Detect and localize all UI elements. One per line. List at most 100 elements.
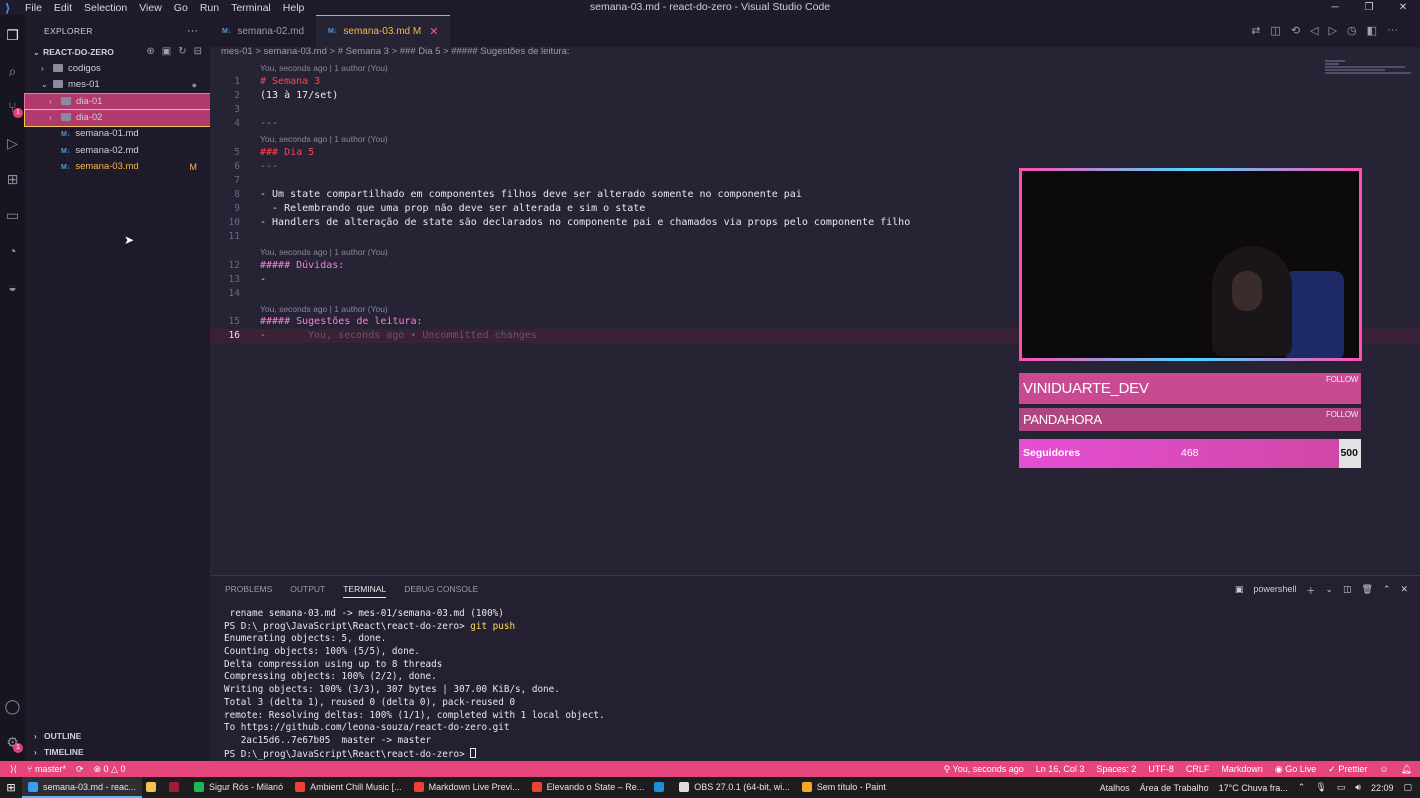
new-folder-icon[interactable]: ▣ (162, 46, 171, 57)
git-compare-icon[interactable]: ⟲ (1291, 24, 1300, 37)
remote-icon[interactable]: ⟩⟨ (10, 764, 17, 775)
restore-icon[interactable]: ❐ (1352, 0, 1386, 15)
tree-folder-codigos[interactable]: › codigos (25, 61, 210, 77)
git-history-icon[interactable]: ◔ (4, 243, 21, 260)
notification-center-icon[interactable]: ▢ (1403, 782, 1412, 793)
outline-section[interactable]: › OUTLINE (25, 728, 210, 744)
feedback-icon[interactable]: ☺ (1379, 764, 1388, 774)
shortcuts-toolbar[interactable]: Atalhos (1100, 783, 1130, 793)
breadcrumb[interactable]: mes-01 > semana-03.md > # Semana 3 > ###… (221, 46, 570, 60)
windows-start-icon[interactable]: ⊞ (0, 781, 22, 794)
remote-explorer-icon[interactable]: ▭ (4, 207, 21, 224)
tab-semana-02[interactable]: M↓ semana-02.md (210, 15, 316, 47)
new-file-icon[interactable]: ⊕ (146, 46, 154, 57)
more-editor-actions-icon[interactable]: ··· (1387, 24, 1398, 37)
menu-go[interactable]: Go (174, 2, 188, 14)
run-debug-icon[interactable]: ▷ (4, 135, 21, 152)
codelens-author[interactable]: You, seconds ago | 1 author (You) (260, 61, 388, 75)
tray-chevron-icon[interactable]: ⌃ (1298, 782, 1306, 793)
tree-folder-mes-01[interactable]: ⌄ mes-01 ● (25, 77, 210, 93)
tree-file-semana-01[interactable]: M↓ semana-01.md (25, 126, 210, 142)
weather-widget[interactable]: 17°C Chuva fra... (1219, 783, 1288, 793)
menu-run[interactable]: Run (200, 2, 219, 14)
encoding[interactable]: UTF-8 (1148, 764, 1174, 774)
kill-terminal-icon[interactable]: 🗑 (1361, 584, 1372, 597)
refresh-icon[interactable]: ↻ (178, 46, 186, 57)
problems-status[interactable]: ⊗ 0 △ 0 (94, 764, 126, 775)
minimap[interactable] (1325, 60, 1415, 86)
previous-change-icon[interactable]: ◁ (1310, 24, 1318, 37)
close-panel-icon[interactable]: ✕ (1400, 584, 1408, 597)
taskbar-app[interactable] (142, 777, 165, 798)
next-change-icon[interactable]: ▷ (1329, 24, 1337, 37)
split-editor-icon[interactable]: ◧ (1367, 24, 1377, 37)
close-tab-icon[interactable]: ✕ (429, 25, 438, 38)
codelens-author[interactable]: You, seconds ago | 1 author (You) (260, 245, 388, 259)
branch-status[interactable]: ⑂ master* (27, 764, 66, 774)
taskbar-app[interactable]: OBS 27.0.1 (64-bit, wi... (673, 777, 796, 798)
codelens-author[interactable]: You, seconds ago | 1 author (You) (260, 132, 388, 146)
open-changes-icon[interactable]: ⇄ (1251, 24, 1260, 37)
minimize-icon[interactable]: ─ (1318, 0, 1352, 15)
microphone-icon[interactable]: 🎙︎ (1315, 782, 1326, 793)
taskbar-app[interactable]: Elevando o State – Re... (526, 777, 651, 798)
open-preview-icon[interactable]: ◫ (1270, 24, 1280, 37)
tree-folder-dia-01[interactable]: › dia-01 (24, 93, 211, 111)
timeline-section[interactable]: › TIMELINE (25, 744, 210, 760)
taskbar-app[interactable] (165, 777, 188, 798)
menu-view[interactable]: View (139, 2, 162, 14)
codelens-author[interactable]: You, seconds ago | 1 author (You) (260, 302, 388, 316)
maximize-panel-icon[interactable]: ⌃ (1383, 584, 1391, 597)
go-live-button[interactable]: ◉ Go Live (1275, 764, 1316, 775)
indentation[interactable]: Spaces: 2 (1096, 764, 1136, 774)
tab-semana-03[interactable]: M↓ semana-03.md M ✕ (316, 15, 451, 47)
extensions-icon[interactable]: ⊞ (4, 171, 21, 188)
cursor-position[interactable]: Ln 16, Col 3 (1036, 764, 1085, 774)
tab-problems[interactable]: PROBLEMS (225, 584, 272, 598)
chevron-down-icon[interactable]: ⌄ (1325, 584, 1333, 597)
notifications-bell-icon[interactable]: 🔔︎ (1401, 764, 1412, 775)
line-ending[interactable]: CRLF (1186, 764, 1210, 774)
tree-file-semana-02[interactable]: M↓ semana-02.md (25, 143, 210, 159)
search-icon[interactable]: ⌕ (4, 63, 21, 80)
split-terminal-icon[interactable]: ◫ (1343, 584, 1352, 597)
tab-terminal[interactable]: TERMINAL (343, 584, 387, 598)
terminal-shell-select[interactable]: powershell (1253, 584, 1296, 597)
menu-help[interactable]: Help (283, 2, 305, 14)
network-icon[interactable]: ▭ (1337, 782, 1346, 793)
taskbar-app[interactable]: semana-03.md - reac... (22, 777, 143, 798)
tab-debug-console[interactable]: DEBUG CONSOLE (404, 584, 478, 598)
menu-edit[interactable]: Edit (54, 2, 72, 14)
tab-output[interactable]: OUTPUT (290, 584, 325, 598)
collapse-all-icon[interactable]: ⊟ (194, 46, 202, 57)
language-mode[interactable]: Markdown (1221, 764, 1263, 774)
webcam-feed (1022, 171, 1359, 358)
line-number: 1 (234, 76, 240, 87)
taskbar-app[interactable]: Ambient Chill Music [... (289, 777, 408, 798)
tree-folder-dia-02[interactable]: › dia-02 (24, 109, 211, 127)
taskbar-app[interactable]: Sigur Rós - Milanó (188, 777, 289, 798)
volume-icon[interactable]: 🔊︎ (1355, 782, 1361, 793)
line-number: 14 (228, 288, 240, 299)
menu-terminal[interactable]: Terminal (231, 2, 271, 14)
prettier-status[interactable]: ✓ Prettier (1328, 764, 1367, 775)
menu-file[interactable]: File (25, 2, 42, 14)
terminal-output[interactable]: rename semana-03.md -> mes-01/semana-03.… (224, 608, 605, 760)
desktop-toolbar[interactable]: Área de Trabalho (1140, 783, 1209, 793)
git-blame-status[interactable]: ⚲ You, seconds ago (944, 764, 1024, 775)
follower-goal-target: 500 (1340, 447, 1358, 459)
explorer-icon[interactable]: ❐ (4, 27, 21, 44)
more-actions-icon[interactable]: ··· (187, 25, 198, 37)
sync-icon[interactable]: ⟳ (76, 764, 84, 775)
accounts-icon[interactable]: ◯ (4, 698, 21, 715)
new-terminal-icon[interactable]: ＋ (1306, 584, 1315, 597)
close-window-icon[interactable]: ✕ (1386, 0, 1420, 15)
taskbar-app[interactable]: Sem título - Paint (796, 777, 892, 798)
taskbar-app[interactable]: Markdown Live Previ... (408, 777, 526, 798)
clock[interactable]: 22:09 (1371, 783, 1394, 793)
timeline-icon[interactable]: ◷ (1347, 24, 1357, 37)
menu-selection[interactable]: Selection (84, 2, 127, 14)
taskbar-app[interactable] (650, 777, 673, 798)
tree-file-semana-03[interactable]: M↓ semana-03.md M (25, 159, 210, 175)
docker-icon[interactable]: ◒ (4, 279, 21, 296)
